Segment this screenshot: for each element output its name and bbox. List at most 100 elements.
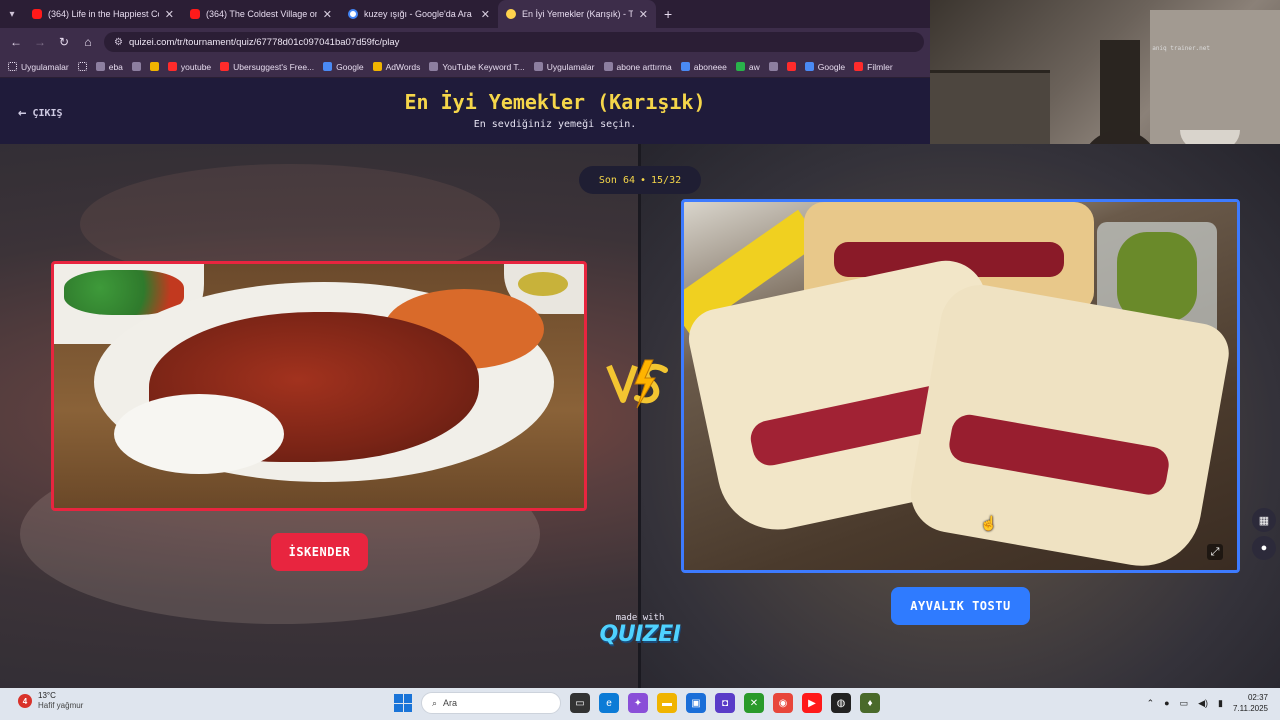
windows-taskbar: 4 13°C Hafif yağmur ⌕ Ara ▭ e ✦ ▬ ▣ ◘ ✕ … (0, 688, 1280, 720)
temperature: 13°C (38, 691, 56, 700)
close-icon[interactable]: ✕ (639, 8, 648, 21)
google-icon (323, 62, 333, 71)
iskender-photo (54, 264, 584, 508)
bookmark-item[interactable]: abone arttırma (603, 62, 672, 72)
browser-tab-bar: ▾ (364) Life in the Happiest Coun ✕ (364… (0, 0, 930, 28)
bookmark-item[interactable]: Ubersuggest's Free... (220, 62, 314, 72)
clock-date: 7.11.2025 (1233, 704, 1268, 713)
volume-icon[interactable]: ◀) (1198, 698, 1208, 709)
choose-iskender-button[interactable]: İSKENDER (271, 533, 368, 571)
browser-tab-4-active[interactable]: En İyi Yemekler (Karışık) - Tier L ✕ (498, 0, 656, 28)
quiz-subtitle: En sevdiğiniz yemeği seçin. (473, 119, 637, 130)
bookmark-item[interactable]: Google (804, 62, 845, 72)
youtube-icon (167, 62, 177, 71)
xbox-icon[interactable]: ✕ (744, 693, 764, 713)
file-explorer-icon[interactable]: ▬ (657, 693, 677, 713)
battery-icon[interactable]: ▮ (1218, 698, 1223, 709)
bookmark-item[interactable] (786, 62, 796, 71)
right-choice-image[interactable]: ⤢ (681, 199, 1240, 573)
weather-badge: 4 (18, 694, 32, 708)
expand-icon[interactable]: ⤢ (1207, 544, 1223, 560)
tab-list-chevron-icon[interactable]: ▾ (0, 0, 24, 28)
weather-widget[interactable]: 4 13°C Hafif yağmur (18, 691, 83, 711)
youtube-icon[interactable]: ▶ (802, 693, 822, 713)
mouse-pointer-icon: ☝ (980, 515, 998, 531)
browser-tab-1[interactable]: (364) Life in the Happiest Coun ✕ (24, 0, 182, 28)
home-icon[interactable]: ⌂ (80, 35, 96, 49)
youtube-icon (32, 9, 42, 19)
chevron-up-icon[interactable]: ⌃ (1147, 698, 1155, 709)
round-label: Son 64 (598, 174, 635, 186)
round-separator: • (639, 174, 647, 186)
back-arrow-icon[interactable]: ← (8, 35, 24, 49)
adwords-icon (372, 62, 382, 71)
bookmark-item[interactable] (131, 62, 141, 71)
apps-icon (77, 62, 87, 71)
obs-icon[interactable]: ◍ (831, 693, 851, 713)
bookmark-item[interactable]: youtube (167, 62, 211, 72)
forward-arrow-icon[interactable]: → (32, 35, 48, 49)
made-with-quizei[interactable]: made with QUIZEI (598, 613, 682, 647)
webcam-stamp: aniq trainer.net (1152, 45, 1210, 52)
close-icon[interactable]: ✕ (481, 8, 490, 21)
bookmark-item[interactable] (768, 62, 778, 71)
windows-start-icon[interactable] (394, 694, 412, 712)
bookmark-item[interactable]: aboneee (680, 62, 727, 72)
app-icon[interactable]: ◘ (715, 693, 735, 713)
game-icon[interactable]: ♦ (860, 693, 880, 713)
browser-tab-2[interactable]: (364) The Coldest Village on Ea ✕ (182, 0, 340, 28)
google-icon (680, 62, 690, 71)
quizei-logo: QUIZEI (599, 622, 681, 647)
red-site-icon (786, 62, 796, 71)
bookmark-item[interactable]: aw (735, 62, 760, 72)
aw-icon (735, 62, 745, 71)
address-bar[interactable]: ⚙ quizei.com/tr/tournament/quiz/67778d01… (104, 32, 924, 52)
bookmark-item[interactable]: AdWords (372, 62, 420, 72)
google-icon (804, 62, 814, 71)
microphone-icon[interactable]: ● (1164, 698, 1169, 708)
bookmark-item[interactable]: Uygulamalar (8, 62, 69, 72)
site-info-icon[interactable]: ⚙ (114, 37, 123, 48)
bookmark-item[interactable]: eba (95, 62, 123, 72)
screen: ▾ (364) Life in the Happiest Coun ✕ (364… (0, 0, 1280, 720)
chrome-icon[interactable]: ◉ (773, 693, 793, 713)
network-icon[interactable]: ▭ (1180, 698, 1189, 709)
ubersuggest-icon (220, 62, 230, 71)
browser-toolbar: ← → ↻ ⌂ ⚙ quizei.com/tr/tournament/quiz/… (0, 28, 930, 56)
clock-time: 02:37 (1247, 693, 1268, 702)
apps-grid-icon (8, 62, 17, 71)
left-choice-image[interactable] (51, 261, 587, 511)
globe-icon (768, 62, 778, 71)
clock[interactable]: 02:37 7.11.2025 (1233, 692, 1268, 714)
reload-icon[interactable]: ↻ (56, 35, 72, 49)
game-area: Son 64 • 15/32 ⤢ İSKENDER AYVALIK TOSTU … (0, 144, 1280, 688)
bookmark-item[interactable] (77, 62, 87, 71)
close-icon[interactable]: ✕ (323, 8, 332, 21)
center-divider (638, 144, 641, 688)
tab-title: kuzey ışığı - Google'da Ara (364, 9, 472, 19)
copilot-icon[interactable]: ✦ (628, 693, 648, 713)
task-view-icon[interactable]: ▭ (570, 693, 590, 713)
browser-tab-3[interactable]: kuzey ışığı - Google'da Ara ✕ (340, 0, 498, 28)
webcam-bed (930, 70, 1050, 150)
globe-icon (131, 62, 141, 71)
store-icon[interactable]: ▣ (686, 693, 706, 713)
tab-title: (364) Life in the Happiest Coun (48, 9, 159, 19)
new-tab-plus-icon[interactable]: + (656, 6, 680, 22)
edge-icon[interactable]: e (599, 693, 619, 713)
close-icon[interactable]: ✕ (165, 8, 174, 21)
bookmark-item[interactable] (149, 62, 159, 71)
bookmark-item[interactable]: Filmler (854, 62, 893, 72)
image-icon (603, 62, 613, 71)
yogurt (114, 394, 284, 474)
grid-menu-icon[interactable]: ▦ (1252, 508, 1276, 532)
search-placeholder: Ara (443, 698, 458, 708)
bookmark-item[interactable]: Uygulamalar (533, 62, 595, 72)
choose-ayvalik-tostu-button[interactable]: AYVALIK TOSTU (891, 587, 1030, 625)
bookmark-item[interactable]: YouTube Keyword T... (429, 62, 525, 72)
weather-condition: Hafif yağmur (38, 701, 84, 710)
tab-title: En İyi Yemekler (Karışık) - Tier L (522, 9, 633, 19)
chat-bot-icon[interactable]: ● (1252, 536, 1276, 560)
taskbar-search[interactable]: ⌕ Ara (421, 692, 561, 714)
bookmark-item[interactable]: Google (323, 62, 364, 72)
